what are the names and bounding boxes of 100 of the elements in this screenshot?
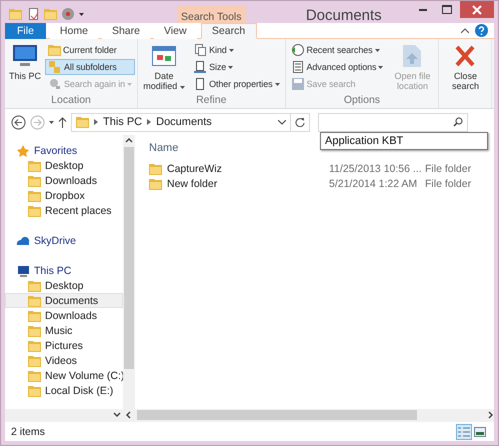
folder-icon (149, 162, 162, 174)
date-cell-text: 5/21/2014 1:22 AM (329, 178, 418, 190)
nav-item[interactable]: Music (5, 323, 123, 338)
folder-icon (28, 354, 41, 366)
ribbon-button[interactable]: Advanced options (288, 59, 386, 75)
search-icon (48, 77, 62, 91)
folder-icon (28, 160, 41, 172)
maximize-icon (442, 5, 452, 14)
minimize-icon (419, 8, 427, 10)
view-button[interactable] (456, 424, 472, 440)
date-cell-text: 11/25/2013 10:56 ... (329, 162, 423, 174)
scrollbar[interactable] (123, 135, 135, 409)
folder-icon (76, 116, 89, 128)
folder-icon (28, 280, 41, 292)
ribbon-button[interactable]: Recent searches (288, 42, 386, 58)
breadcrumb[interactable]: This PC (103, 116, 142, 128)
caret-icon (374, 48, 380, 52)
folder-icon (28, 324, 41, 336)
collapse-icon (461, 28, 469, 34)
caret-icon (378, 66, 384, 68)
folder-icon (9, 8, 22, 20)
scroll-down-icon (113, 412, 121, 418)
file-name: CaptureWiz (167, 162, 223, 174)
forward-icon (30, 114, 45, 130)
caret-icon (49, 120, 54, 124)
ribbon-tab[interactable]: View (154, 23, 197, 39)
close-button[interactable] (460, 1, 494, 18)
nav-item[interactable]: Downloads (5, 173, 123, 188)
group-label: Location (51, 94, 91, 108)
nav-item[interactable]: SkyDrive (5, 233, 123, 248)
address-bar[interactable]: This PC Documents (71, 112, 291, 132)
item-count: 2 items (11, 426, 45, 438)
up-arrow-icon (58, 116, 67, 128)
scrollbar[interactable] (5, 409, 494, 421)
type-cell: File folder (425, 178, 472, 190)
caret-icon (127, 82, 132, 86)
disc-icon (61, 7, 75, 21)
document-icon (193, 43, 208, 57)
ribbon-button[interactable]: All subfolders (45, 59, 136, 75)
search-icon (453, 116, 463, 126)
nav-item[interactable]: Recent places (5, 203, 123, 218)
save-icon (290, 77, 304, 91)
folder-icon (48, 44, 62, 56)
window-title: Documents (304, 6, 383, 24)
folder-icon (28, 190, 41, 202)
folder-icon (44, 8, 57, 20)
tooltip: Application KBT (320, 132, 488, 150)
caret-icon (228, 66, 234, 68)
caret-icon (228, 48, 234, 52)
ribbon-button[interactable]: Close search (441, 42, 490, 94)
nav-item[interactable]: Local Disk (E:) (5, 383, 123, 398)
scroll-left-icon (125, 411, 131, 419)
folder-icon (28, 384, 41, 396)
breadcrumb[interactable]: Documents (156, 116, 212, 128)
refresh-button[interactable] (290, 112, 310, 132)
chevron-icon (147, 119, 152, 125)
document-icon (193, 60, 208, 74)
nav-item[interactable]: Pictures (5, 338, 123, 353)
chevron-icon (94, 119, 98, 125)
folder-icon (28, 174, 41, 186)
ribbon-tab[interactable]: File (5, 23, 46, 39)
nav-item[interactable]: Desktop (5, 158, 123, 173)
file-row[interactable]: New folder 5/21/2014 1:22 AM File folder (135, 176, 494, 191)
folder-icon (28, 340, 41, 352)
star-icon (16, 144, 30, 158)
nav-item[interactable]: This PC (5, 263, 123, 278)
nav-item[interactable]: Desktop (5, 278, 123, 293)
ribbon-button[interactable]: Kind (190, 42, 282, 58)
computer-icon (16, 264, 30, 278)
file-row[interactable]: CaptureWiz 11/25/2013 10:56 ... File folder (135, 161, 494, 176)
caret-icon (180, 86, 185, 89)
scroll-right-icon (488, 411, 494, 419)
group-label: Options (344, 94, 380, 108)
caret-icon (79, 12, 84, 16)
nav-item[interactable]: Favorites (5, 143, 123, 158)
ribbon-button[interactable]: Date modified (140, 42, 188, 94)
folder-icon (149, 178, 162, 190)
nav-item[interactable]: Videos (5, 353, 123, 368)
column-header[interactable]: Name (149, 142, 178, 154)
ribbon-button[interactable]: Other properties (190, 76, 282, 92)
ribbon-button[interactable]: This PC (7, 42, 44, 94)
refresh-icon (295, 117, 305, 127)
caret-icon (274, 82, 280, 86)
ribbon-button[interactable]: Size (190, 59, 282, 75)
large-icons-view-icon (474, 426, 486, 436)
nav-item[interactable]: Downloads (5, 308, 123, 323)
document-icon (26, 7, 40, 21)
search-field[interactable] (318, 112, 468, 132)
back-icon (11, 114, 26, 130)
nav-item[interactable]: Dropbox (5, 188, 123, 203)
chevron-down-icon (278, 120, 286, 124)
ribbon-button[interactable]: Current folder (45, 42, 136, 58)
folders-icon (48, 60, 62, 74)
folder-icon (28, 310, 41, 322)
computer-icon (10, 43, 40, 69)
folder-icon (28, 294, 41, 306)
ribbon-tab[interactable]: Search (200, 23, 257, 39)
nav-item[interactable]: Documents (5, 293, 123, 308)
ribbon-tab[interactable]: Share (102, 23, 150, 39)
list-icon (290, 60, 304, 74)
